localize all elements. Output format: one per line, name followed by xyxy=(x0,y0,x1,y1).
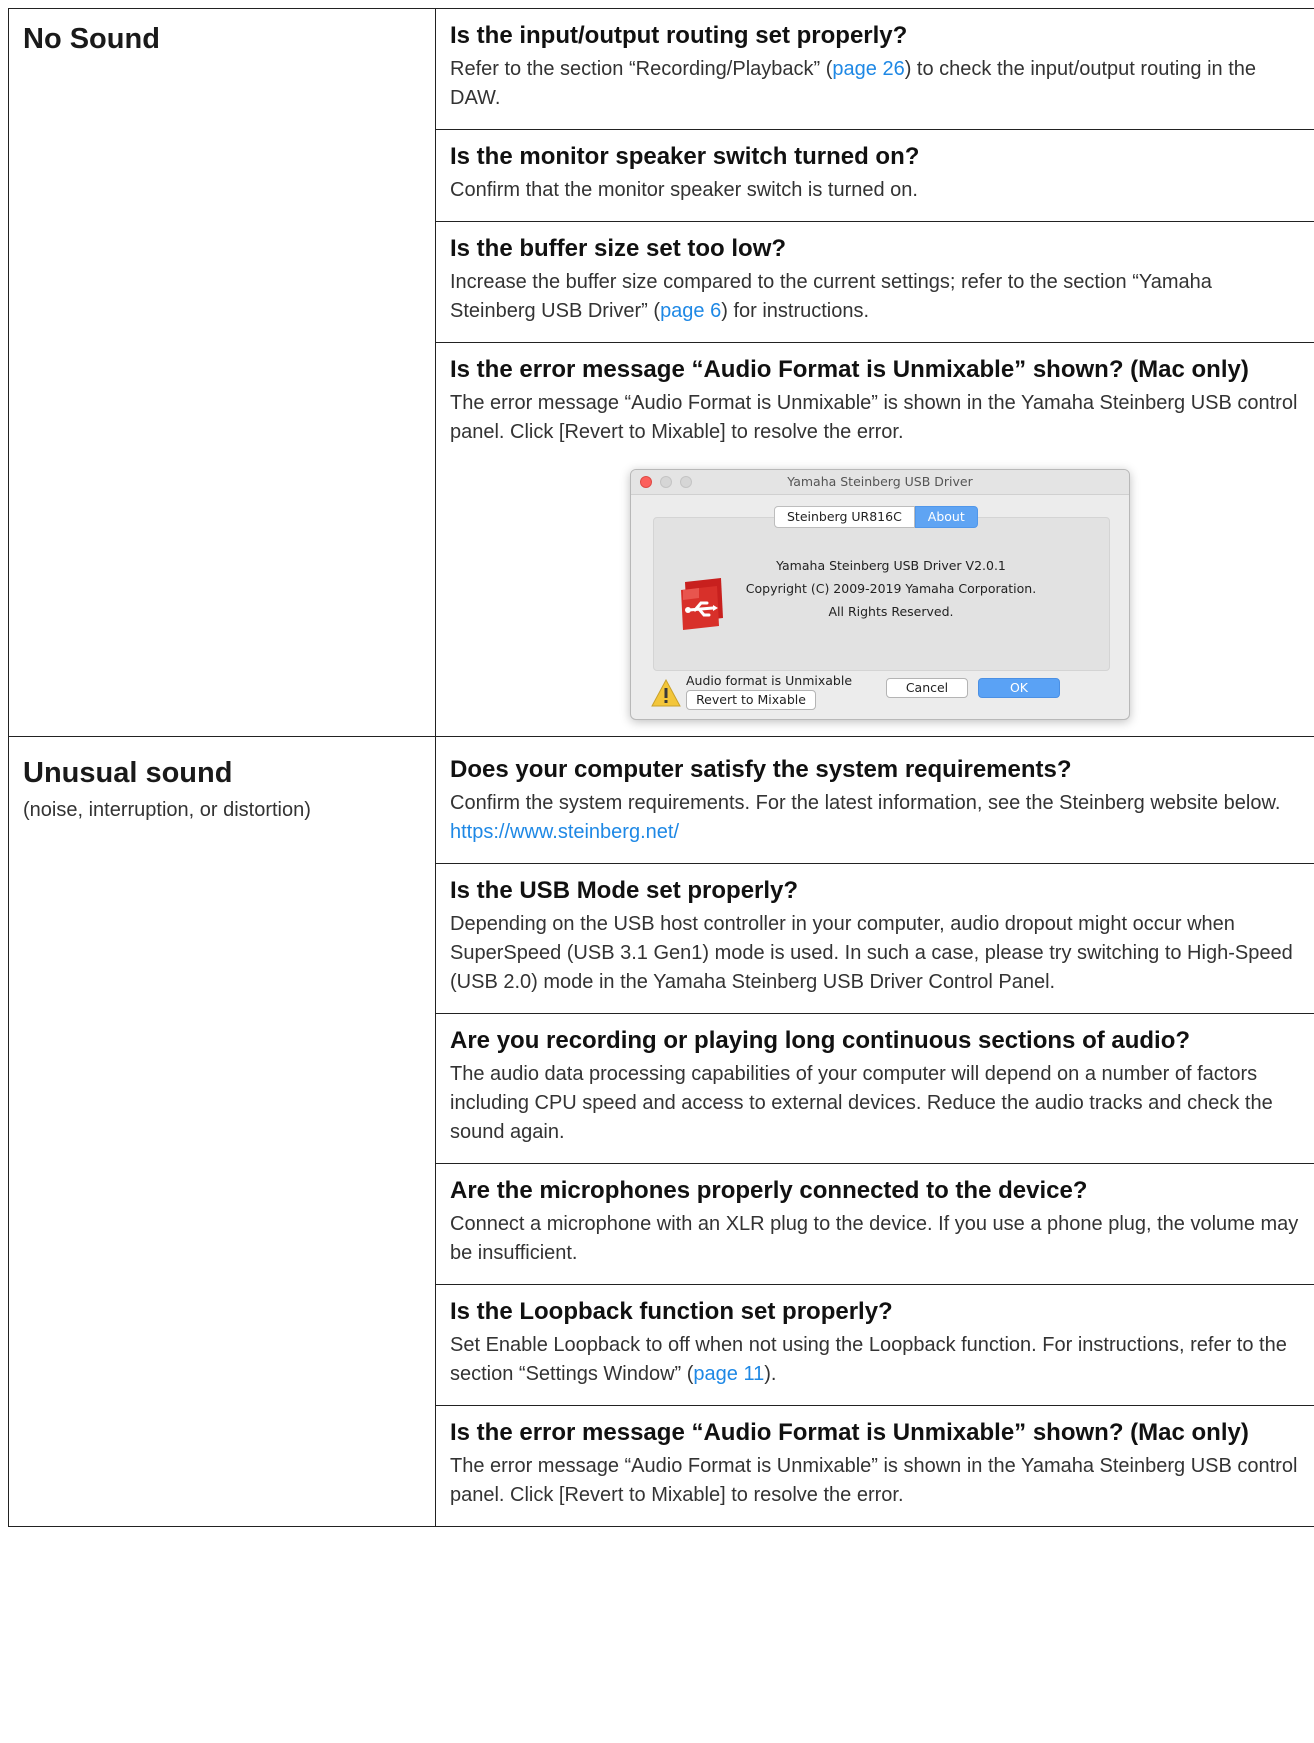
question: Is the input/output routing set properly… xyxy=(450,22,908,49)
question: Is the error message “Audio Format is Un… xyxy=(450,356,1249,383)
list-item: Is the monitor speaker switch turned on?… xyxy=(436,130,1314,222)
category-cell: No Sound xyxy=(9,9,436,736)
about-info: Yamaha Steinberg USB Driver V2.0.1 Copyr… xyxy=(741,554,1041,623)
list-item: Is the input/output routing set properly… xyxy=(436,9,1314,130)
list-item: Are the microphones properly connected t… xyxy=(436,1164,1314,1285)
question: Does your computer satisfy the system re… xyxy=(450,756,1072,783)
list-item: Is the error message “Audio Format is Un… xyxy=(436,1406,1314,1526)
category-cell: Unusual sound (noise, interruption, or d… xyxy=(9,737,436,1526)
answer: Depending on the USB host controller in … xyxy=(450,913,1293,993)
list-item: Does your computer satisfy the system re… xyxy=(436,737,1314,864)
question: Is the Loopback function set properly? xyxy=(450,1298,893,1325)
warning-icon xyxy=(651,679,681,707)
unmixable-warning-text: Audio format is Unmixable xyxy=(686,673,853,688)
answer-text: Set Enable Loopback to off when not usin… xyxy=(450,1334,1287,1385)
answer: Set Enable Loopback to off when not usin… xyxy=(450,1331,1301,1389)
troubleshooting-table: No Sound Is the input/output routing set… xyxy=(8,8,1314,1527)
question: Are the microphones properly connected t… xyxy=(450,1177,1088,1204)
tab-device[interactable]: Steinberg UR816C xyxy=(774,506,915,528)
answer-text: ) for instructions. xyxy=(721,300,870,322)
usb-driver-icon xyxy=(681,578,723,630)
category-title: No Sound xyxy=(23,23,160,55)
answer: Connect a microphone with an XLR plug to… xyxy=(450,1213,1299,1264)
rights: All Rights Reserved. xyxy=(828,604,954,619)
question: Are you recording or playing long contin… xyxy=(450,1027,1191,1054)
answer-text: Refer to the section “Recording/Playback… xyxy=(450,58,833,80)
page-link[interactable]: page 6 xyxy=(660,300,721,322)
list-item: Is the buffer size set too low? Increase… xyxy=(436,222,1314,343)
question: Is the monitor speaker switch turned on? xyxy=(450,143,920,170)
items-cell: Is the input/output routing set properly… xyxy=(436,9,1314,736)
row-no-sound: No Sound Is the input/output routing set… xyxy=(9,9,1314,737)
revert-to-mixable-button[interactable]: Revert to Mixable xyxy=(686,690,816,710)
dialog-title: Yamaha Steinberg USB Driver xyxy=(787,474,973,489)
question: Is the USB Mode set properly? xyxy=(450,877,799,904)
answer: Confirm that the monitor speaker switch … xyxy=(450,179,918,201)
ok-button[interactable]: OK xyxy=(978,678,1060,698)
driver-version: Yamaha Steinberg USB Driver V2.0.1 xyxy=(776,558,1006,573)
answer: Confirm the system requirements. For the… xyxy=(450,792,1281,814)
driver-dialog-screenshot: Yamaha Steinberg USB Driver Steinberg UR… xyxy=(630,469,1130,720)
category-title: Unusual sound xyxy=(23,757,233,789)
list-item: Is the error message “Audio Format is Un… xyxy=(436,343,1314,736)
category-subtitle: (noise, interruption, or distortion) xyxy=(23,799,311,821)
question: Is the buffer size set too low? xyxy=(450,235,787,262)
answer: The error message “Audio Format is Unmix… xyxy=(450,392,1298,443)
cancel-button[interactable]: Cancel xyxy=(886,678,968,698)
answer: The audio data processing capabilities o… xyxy=(450,1063,1273,1143)
answer: Increase the buffer size compared to the… xyxy=(450,268,1301,326)
items-cell: Does your computer satisfy the system re… xyxy=(436,737,1314,1526)
answer: The error message “Audio Format is Unmix… xyxy=(450,1455,1298,1506)
answer-text: ). xyxy=(764,1363,777,1385)
page-link[interactable]: page 11 xyxy=(693,1363,764,1385)
question: Is the error message “Audio Format is Un… xyxy=(450,1419,1249,1446)
list-item: Is the USB Mode set properly? Depending … xyxy=(436,864,1314,1014)
steinberg-url-link[interactable]: https://www.steinberg.net/ xyxy=(450,818,1301,847)
row-unusual-sound: Unusual sound (noise, interruption, or d… xyxy=(9,737,1314,1527)
tab-about[interactable]: About xyxy=(914,506,978,528)
dialog-titlebar: Yamaha Steinberg USB Driver xyxy=(631,470,1129,495)
dialog-tabs: Steinberg UR816C About xyxy=(774,506,978,528)
answer: Refer to the section “Recording/Playback… xyxy=(450,55,1301,113)
copyright: Copyright (C) 2009-2019 Yamaha Corporati… xyxy=(745,581,1037,596)
list-item: Are you recording or playing long contin… xyxy=(436,1014,1314,1164)
list-item: Is the Loopback function set properly? S… xyxy=(436,1285,1314,1406)
page-link[interactable]: page 26 xyxy=(832,58,904,80)
